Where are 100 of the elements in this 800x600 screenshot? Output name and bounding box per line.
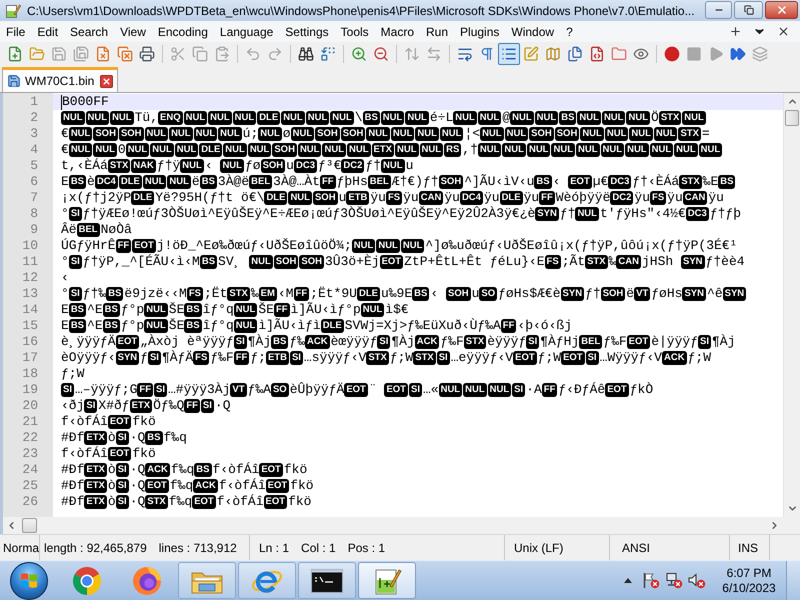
indent-guide-button[interactable]: [498, 43, 520, 65]
code-text: j!öÐ_^Eø‰ðœúƒ‹UðŠEøîûöÖ¾;: [156, 238, 352, 254]
control-char-badge: FS: [544, 255, 561, 269]
line-number: 8: [30, 206, 38, 222]
code-text: ¶ÀƒÄ: [162, 350, 194, 366]
control-char-badge: BS: [271, 335, 288, 349]
code-text: ë: [192, 174, 200, 190]
code-text: jHSh: [642, 254, 674, 270]
menu-item[interactable]: Tools: [334, 22, 375, 40]
scrollbar-thumb[interactable]: [785, 110, 799, 126]
control-char-badge: BS: [102, 303, 120, 317]
code-text: è|ÿÿÿƒ: [651, 334, 698, 350]
code-text: ƒ‰A: [248, 382, 271, 398]
close-button[interactable]: [765, 1, 798, 19]
menu-item[interactable]: File: [0, 22, 32, 40]
code-text: #Ðf: [61, 430, 84, 446]
control-char-badge: BS: [68, 319, 86, 333]
control-char-badge: NUL: [381, 159, 405, 173]
menu-item[interactable]: Plugins: [454, 22, 506, 40]
code-text: ÿu: [708, 190, 724, 206]
menu-item[interactable]: Window: [505, 22, 560, 40]
menu-item[interactable]: View: [114, 22, 152, 40]
control-char-badge: DC2: [341, 159, 364, 173]
scrollbar-thumb[interactable]: [22, 518, 37, 533]
control-char-badge: FS: [650, 191, 666, 205]
document-type-label: Norma: [3, 540, 40, 556]
code-text: ÿu: [634, 190, 650, 206]
paste-icon: [214, 46, 230, 62]
menu-item[interactable]: Edit: [31, 22, 64, 40]
start-button[interactable]: [10, 562, 48, 600]
code-text: ‹: [61, 270, 69, 286]
control-char-badge: SYN: [116, 351, 140, 365]
control-char-badge: NUL: [167, 175, 191, 189]
network-error-icon[interactable]: [665, 572, 683, 589]
control-char-badge: NUL: [682, 111, 706, 125]
menu-item[interactable]: Language: [214, 22, 280, 40]
code-text: ·Q: [130, 462, 146, 478]
vertical-scrollbar[interactable]: [783, 93, 800, 517]
code-text: ì]ÃU‹ìƒì: [258, 318, 321, 334]
code-text: ¶Àj: [391, 334, 415, 350]
code-text: ‹: [430, 286, 440, 302]
code-text: ÿu: [370, 190, 386, 206]
clock-date[interactable]: 6/10/2023: [722, 580, 776, 596]
code-text: ^ê: [707, 286, 723, 302]
menu-item[interactable]: Run: [420, 22, 454, 40]
undo-icon: [245, 46, 261, 62]
control-char-badge: NAK: [131, 159, 156, 173]
control-char-badge: EOT: [344, 383, 368, 397]
control-char-badge: NUL: [330, 111, 354, 125]
code-text: ƒ°p: [120, 302, 144, 318]
code-text: #Ðf: [61, 494, 84, 510]
control-char-badge: SOH: [340, 127, 366, 141]
control-char-badge: SOH: [299, 255, 324, 269]
control-char-badge: FS: [186, 287, 203, 301]
control-char-badge: NUL: [68, 127, 92, 141]
menu-item[interactable]: ?: [560, 22, 579, 40]
control-char-badge: NUL: [415, 127, 439, 141]
menu-item[interactable]: Search: [64, 22, 114, 40]
control-char-badge: FF: [234, 351, 250, 365]
files-icon: [567, 46, 583, 62]
control-char-badge: BS: [145, 431, 162, 445]
show-desktop-button[interactable]: [786, 561, 800, 600]
code-text: ƒ;W: [688, 350, 711, 366]
code-text: ,†: [462, 142, 478, 158]
control-char-badge: SI: [68, 255, 82, 269]
code-text: ;Ët*9U: [310, 286, 357, 302]
code-text: f‹òfÁî: [216, 494, 264, 510]
control-char-badge: FF: [137, 383, 154, 397]
control-char-badge: ACK: [145, 463, 170, 477]
control-char-badge: NUL: [93, 143, 117, 157]
clock-time[interactable]: 6:07 PM: [726, 566, 772, 580]
pilcrow-icon: [479, 46, 495, 62]
close-icon: [776, 4, 788, 16]
control-char-badge: SI: [526, 335, 540, 349]
code-text: f‹òfÁî: [61, 446, 108, 462]
menu-item[interactable]: Encoding: [152, 22, 214, 40]
code-text: èœÿÿÿƒ: [330, 334, 378, 350]
code-text: èÛþÿÿƒÄ: [290, 382, 344, 398]
code-text: ƒ‰: [289, 334, 305, 350]
menu-item[interactable]: Macro: [374, 22, 420, 40]
restore-button[interactable]: [734, 1, 763, 19]
tab-close-button[interactable]: [100, 74, 114, 88]
speaker-muted-icon[interactable]: [688, 572, 706, 589]
taskbar-app-button[interactable]: [298, 562, 356, 599]
code-text: 3Û3ö+Èj: [324, 254, 380, 270]
control-char-badge: NUL: [180, 159, 204, 173]
code-text: 3À@…Àt: [273, 174, 320, 190]
flag-error-icon[interactable]: [642, 572, 660, 589]
control-char-badge: SI: [512, 383, 526, 397]
control-char-badge: NUL: [61, 111, 85, 125]
menu-item[interactable]: Settings: [279, 22, 335, 40]
code-text: ¶Àj: [248, 334, 272, 350]
document-tab[interactable]: WM70C1.bin: [2, 67, 118, 92]
control-char-badge: SI: [61, 383, 74, 397]
code-text: …#ÿÿÿ3Àj: [168, 382, 230, 398]
code-text: ^]ø‰uðœúƒ‹UðŠEøîû¡x(ƒ†ÿP,ûôú¡x(ƒ†ÿP(3É€¹: [425, 238, 738, 254]
control-char-badge: EOT: [192, 495, 216, 509]
file-length-label: length : 92,465,879: [44, 540, 147, 556]
close-icon: [776, 25, 790, 38]
control-char-badge: SOH: [274, 255, 298, 269]
